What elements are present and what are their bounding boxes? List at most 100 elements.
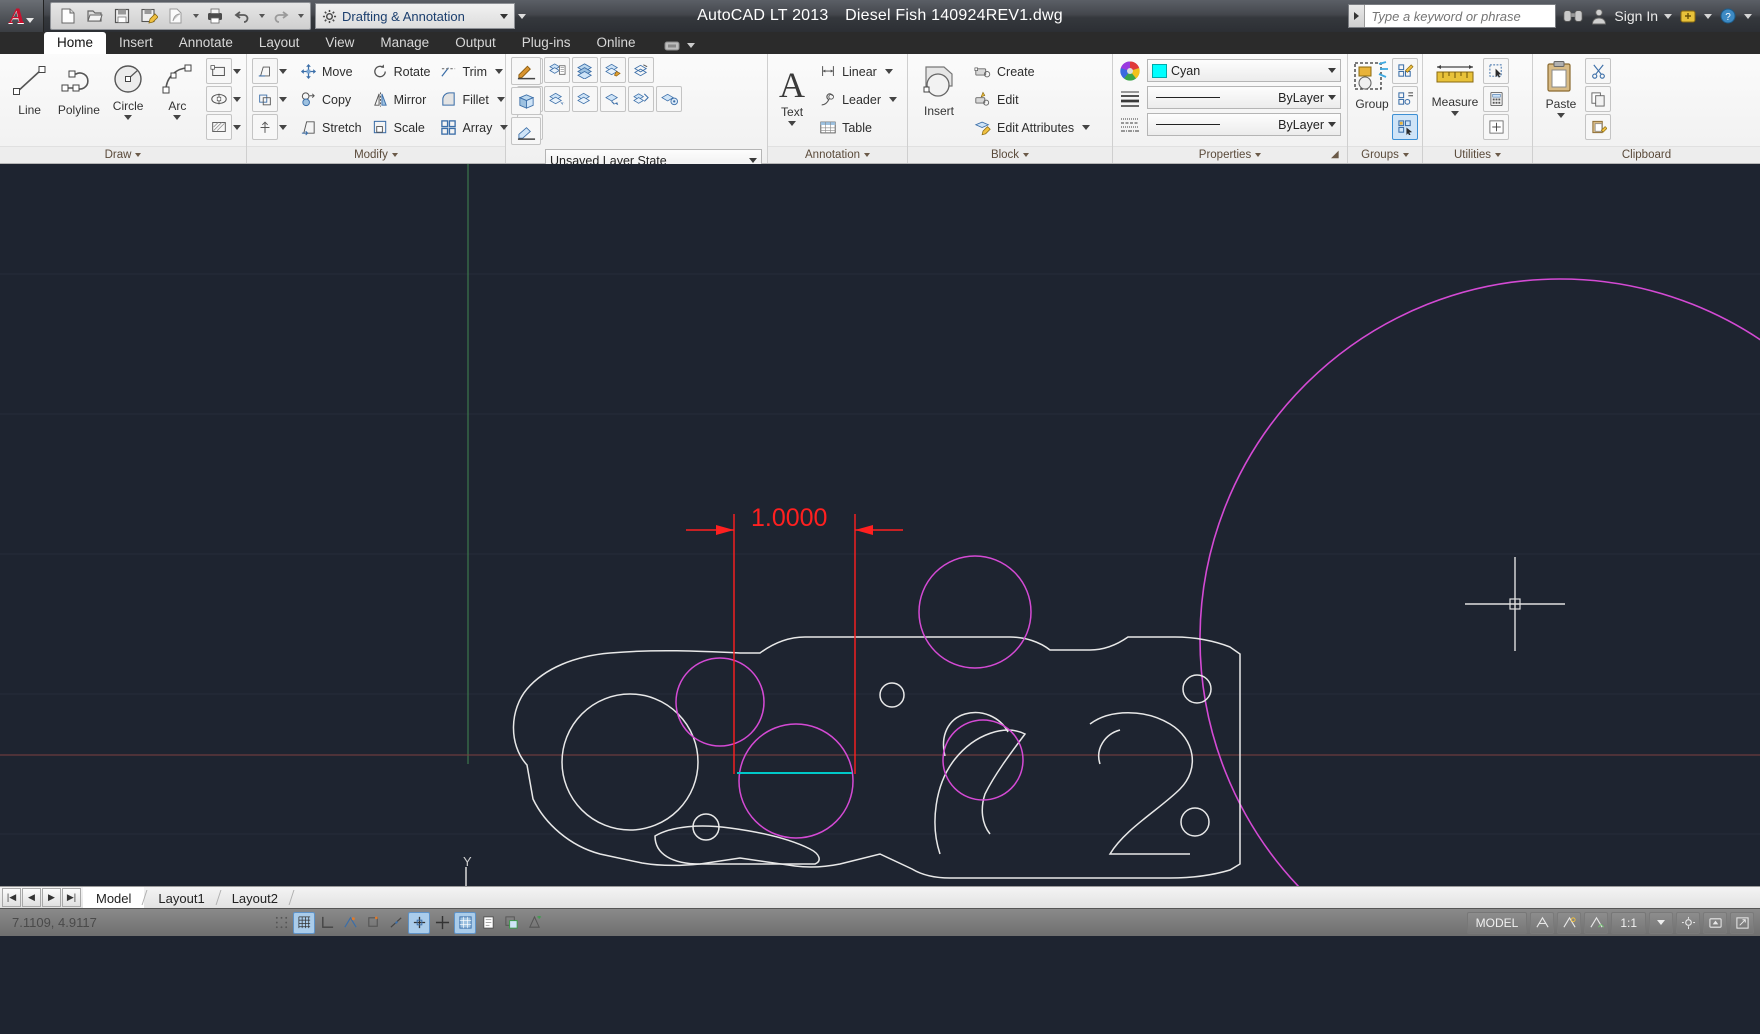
tab-online[interactable]: Online xyxy=(584,32,649,54)
panel-label-clipboard[interactable]: Clipboard xyxy=(1533,146,1760,163)
layer-properties-icon[interactable] xyxy=(511,57,541,85)
layer-lock-icon[interactable] xyxy=(656,86,682,112)
draw-circle-button[interactable]: Circle xyxy=(104,58,153,122)
panel-label-properties[interactable]: Properties ◢ xyxy=(1113,146,1347,163)
chevron-down-icon[interactable] xyxy=(494,69,503,74)
layer-properties-manager-icon[interactable] xyxy=(544,57,570,83)
tab-layout[interactable]: Layout xyxy=(246,32,313,54)
new-file-icon[interactable] xyxy=(55,4,81,28)
layout-tab-model[interactable]: Model xyxy=(83,887,145,908)
ribbon-overflow-button[interactable] xyxy=(663,39,695,54)
chevron-down-icon[interactable] xyxy=(279,96,287,102)
block-edit-button[interactable]: Edit xyxy=(969,86,1095,113)
search-icon[interactable] xyxy=(1562,7,1584,25)
undo-icon[interactable] xyxy=(229,4,255,28)
dynamic-ucs-toggle[interactable] xyxy=(454,911,476,934)
chevron-down-icon[interactable] xyxy=(279,68,287,74)
quick-select-icon[interactable] xyxy=(1483,58,1509,84)
modify-array-button[interactable]: Array xyxy=(435,114,513,141)
linetype-combo[interactable]: ByLayer xyxy=(1147,86,1341,109)
undo-dropdown-caret[interactable] xyxy=(256,14,267,18)
draw-line-button[interactable]: Line xyxy=(5,58,54,119)
search-input[interactable] xyxy=(1365,5,1556,27)
object-snap-tracking-toggle[interactable] xyxy=(431,912,453,934)
help-icon[interactable]: ? xyxy=(1718,7,1738,25)
open-file-icon[interactable] xyxy=(82,4,108,28)
draw-arc-button[interactable]: Arc xyxy=(153,58,202,122)
panel-label-modify[interactable]: Modify xyxy=(247,146,505,163)
search-dropdown-caret[interactable] xyxy=(1349,5,1366,27)
modify-scale-button[interactable]: Scale xyxy=(367,114,436,141)
next-layout-button[interactable]: ▶ xyxy=(42,888,61,907)
panel-label-utilities[interactable]: Utilities xyxy=(1423,146,1532,163)
space-toggle-button[interactable]: MODEL xyxy=(1466,911,1528,934)
annotation-visibility-icon[interactable] xyxy=(1557,911,1582,934)
chevron-down-icon[interactable] xyxy=(124,115,133,120)
drawing-canvas[interactable]: 1.0000 Y X xyxy=(0,164,1760,886)
group-selection-toggle-icon[interactable] xyxy=(1392,114,1418,140)
block-edit-attributes-button[interactable]: Edit Attributes xyxy=(969,114,1095,141)
modify-copy-button[interactable]: Copy xyxy=(295,86,367,113)
dynamic-input-toggle[interactable] xyxy=(477,912,499,934)
quick-calc-icon[interactable] xyxy=(1483,86,1509,112)
sign-in-dropdown-caret[interactable] xyxy=(1664,13,1672,19)
annotation-scale-value[interactable]: 1:1 xyxy=(1611,911,1646,934)
ellipse-icon[interactable] xyxy=(206,86,232,112)
exchange-dropdown-caret[interactable] xyxy=(1704,13,1712,19)
ungroup-icon[interactable] xyxy=(1392,86,1418,112)
panel-label-groups[interactable]: Groups xyxy=(1348,146,1422,163)
ortho-mode-toggle[interactable] xyxy=(339,912,361,934)
rectangle-icon[interactable] xyxy=(206,58,232,84)
clipboard-paste-button[interactable]: Paste xyxy=(1537,58,1585,120)
cut-icon[interactable] xyxy=(1585,58,1611,84)
redo-icon[interactable] xyxy=(268,4,294,28)
paste-special-icon[interactable] xyxy=(1585,114,1611,140)
chevron-down-icon[interactable] xyxy=(788,121,797,126)
scale-alt-icon[interactable] xyxy=(252,86,278,112)
lineweight-combo[interactable]: ByLayer xyxy=(1147,113,1341,136)
polar-tracking-toggle[interactable] xyxy=(362,912,384,934)
annotation-table-button[interactable]: Table xyxy=(814,114,902,141)
clean-screen-icon[interactable] xyxy=(1730,911,1754,934)
exchange-apps-icon[interactable] xyxy=(1678,7,1698,25)
modify-mirror-button[interactable]: Mirror xyxy=(367,86,436,113)
save-as-icon[interactable] xyxy=(136,4,162,28)
panel-label-annotation[interactable]: Annotation xyxy=(768,146,907,163)
chevron-down-icon[interactable] xyxy=(233,68,241,74)
point-style-icon[interactable] xyxy=(1483,114,1509,140)
group-edit-icon[interactable] xyxy=(1392,58,1418,84)
modify-stretch-button[interactable]: Stretch xyxy=(295,114,367,141)
plot-icon[interactable] xyxy=(202,4,228,28)
modify-rotate-button[interactable]: Rotate xyxy=(367,58,436,85)
block-create-button[interactable]: Create xyxy=(969,58,1095,85)
lineweight-toggle[interactable] xyxy=(500,912,522,934)
chevron-down-icon[interactable] xyxy=(1557,113,1565,118)
last-layout-button[interactable]: ▶| xyxy=(62,888,81,907)
object-color-combo[interactable]: Cyan xyxy=(1147,59,1341,82)
block-insert-button[interactable]: Insert xyxy=(913,61,965,120)
annotation-scale-icon[interactable] xyxy=(1530,911,1555,934)
chevron-down-icon[interactable] xyxy=(1451,111,1459,116)
export-dropdown-caret[interactable] xyxy=(190,14,201,18)
grid-display-toggle[interactable] xyxy=(316,912,338,934)
auto-scale-icon[interactable] xyxy=(1584,911,1609,934)
annotation-linear-button[interactable]: Linear xyxy=(814,58,902,85)
utilities-measure-button[interactable]: Measure xyxy=(1427,58,1483,118)
properties-dialog-launcher[interactable]: ◢ xyxy=(1331,149,1343,161)
chevron-down-icon[interactable] xyxy=(889,97,897,102)
tab-insert[interactable]: Insert xyxy=(106,32,166,54)
scale-dropdown-caret[interactable] xyxy=(1649,911,1673,934)
modify-move-button[interactable]: Move xyxy=(295,58,367,85)
chevron-down-icon[interactable] xyxy=(233,96,241,102)
layout-t ab-layout1[interactable]: Layout1 xyxy=(145,887,217,908)
chevron-down-icon[interactable] xyxy=(279,124,287,130)
chevron-down-icon[interactable] xyxy=(496,97,505,102)
redo-dropdown-caret[interactable] xyxy=(295,14,306,18)
chevron-down-icon[interactable] xyxy=(884,69,893,74)
infer-constraints-toggle[interactable] xyxy=(270,912,292,934)
user-account-icon[interactable] xyxy=(1590,7,1608,25)
layer-isolate-icon[interactable] xyxy=(600,57,626,83)
chevron-down-icon[interactable] xyxy=(233,124,241,130)
application-menu-button[interactable]: A xyxy=(0,0,44,32)
panel-label-draw[interactable]: Draw xyxy=(0,146,246,163)
